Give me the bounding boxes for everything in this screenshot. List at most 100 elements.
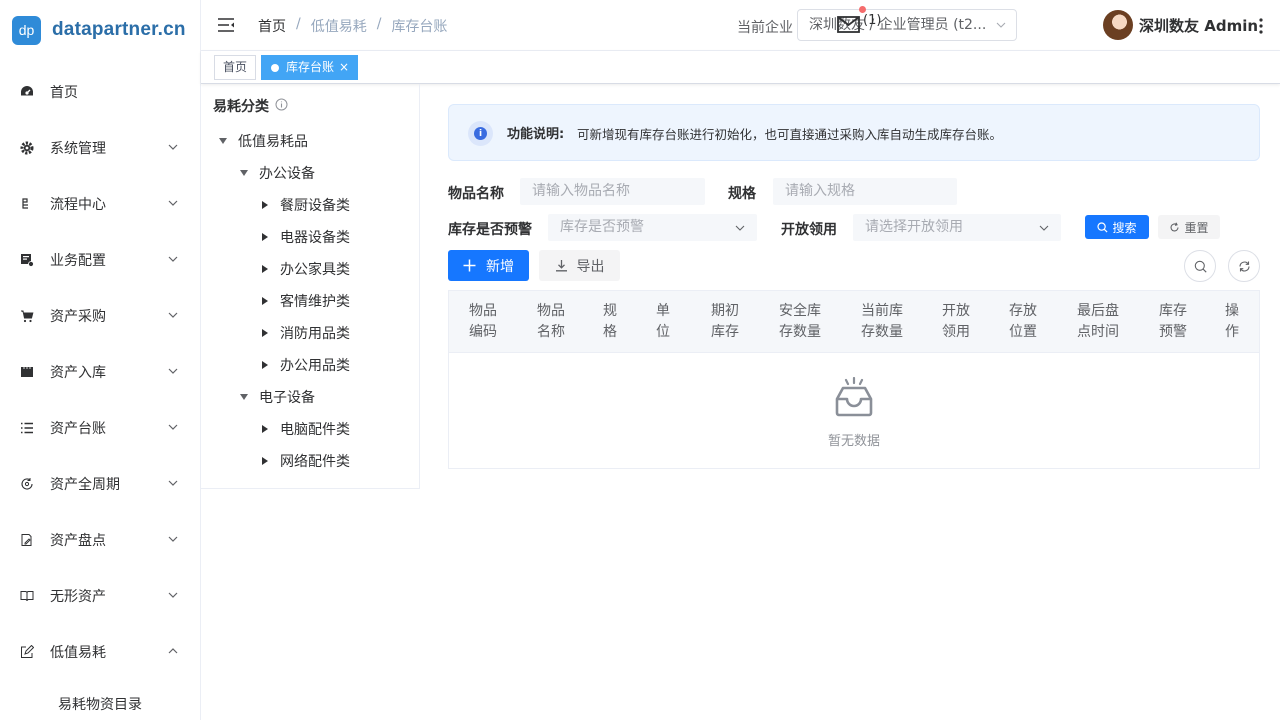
sidebar-item-ledger[interactable]: 资产台账 bbox=[0, 400, 200, 456]
info-icon[interactable] bbox=[275, 98, 288, 111]
column-header-line: 存数量 bbox=[861, 324, 903, 340]
plus-icon bbox=[463, 259, 476, 272]
tree-node[interactable]: 客情维护类 bbox=[258, 288, 350, 314]
sidebar-item-home[interactable]: 首页 bbox=[0, 64, 200, 120]
username[interactable]: 深圳数友 Admin bbox=[1139, 15, 1258, 36]
tree-node-label: 网络配件类 bbox=[280, 454, 350, 470]
item-name-input[interactable]: 请输入物品名称 bbox=[520, 178, 705, 205]
column-header-line: 存放 bbox=[1009, 303, 1037, 319]
tree-node[interactable]: 消防用品类 bbox=[258, 320, 350, 346]
tree-node-label: 低值易耗品 bbox=[238, 134, 308, 150]
function-notice: i 功能说明: 可新增现有库存台账进行初始化，也可直接通过采购入库自动生成库存台… bbox=[448, 104, 1260, 161]
breadcrumb-home[interactable]: 首页 bbox=[258, 16, 286, 36]
sidebar-item-label: 流程中心 bbox=[50, 197, 106, 213]
caret-right-icon[interactable] bbox=[258, 294, 272, 308]
tree-node[interactable]: 办公用品类 bbox=[258, 352, 350, 378]
tree-node[interactable]: 餐厨设备类 bbox=[258, 192, 350, 218]
caret-right-icon[interactable] bbox=[258, 358, 272, 372]
column-header-line: 物品 bbox=[537, 303, 565, 319]
caret-right-icon[interactable] bbox=[258, 326, 272, 340]
breadcrumb-consumables: 低值易耗 bbox=[310, 19, 367, 35]
caret-right-icon[interactable] bbox=[258, 454, 272, 468]
caret-down-icon[interactable] bbox=[216, 134, 230, 148]
tree-node[interactable]: 网络配件类 bbox=[258, 448, 350, 474]
toggle-search-button[interactable] bbox=[1184, 250, 1216, 282]
spec-input[interactable]: 请输入规格 bbox=[773, 178, 957, 205]
more-vertical-icon[interactable] bbox=[1258, 17, 1264, 35]
logo-badge: dp bbox=[12, 15, 41, 45]
column-header-line: 位置 bbox=[1009, 324, 1037, 340]
sidebar-item-intangible[interactable]: 无形资产 bbox=[0, 568, 200, 624]
column-header-line: 编码 bbox=[469, 324, 497, 340]
tree-node[interactable]: 低值易耗品 bbox=[216, 128, 308, 154]
sidebar-item-business-config[interactable]: 业务配置 bbox=[0, 232, 200, 288]
caret-down-icon[interactable] bbox=[237, 166, 251, 180]
export-button[interactable]: 导出 bbox=[539, 250, 620, 281]
column-header: 单位 bbox=[651, 301, 675, 343]
column-header: 物品 名称 bbox=[530, 301, 572, 343]
sidebar-item-lifecycle[interactable]: 资产全周期 bbox=[0, 456, 200, 512]
column-header: 物品 编码 bbox=[462, 301, 504, 343]
sidebar-item-stocktake[interactable]: 资产盘点 bbox=[0, 512, 200, 568]
tree-node[interactable]: 办公设备 bbox=[237, 160, 315, 186]
tag-label: 首页 bbox=[223, 60, 248, 74]
sidebar-subitem-catalog[interactable]: 易耗物资目录 bbox=[0, 694, 200, 714]
sidebar-item-label: 系统管理 bbox=[50, 141, 106, 157]
category-tree-panel: 易耗分类 低值易耗品 办公设备 餐厨设备类 电器设备类 办公家具类 客情维护类 … bbox=[201, 84, 420, 489]
tag-inventory-ledger[interactable]: 库存台账 × bbox=[261, 55, 359, 80]
sidebar-item-system[interactable]: 系统管理 bbox=[0, 120, 200, 176]
column-header-line: 库存 bbox=[1159, 303, 1187, 319]
caret-right-icon[interactable] bbox=[258, 422, 272, 436]
sidebar-item-label: 资产盘点 bbox=[50, 533, 106, 549]
add-button[interactable]: 新增 bbox=[448, 250, 529, 281]
column-header-line: 单 bbox=[656, 303, 670, 319]
chevron-down-icon bbox=[996, 22, 1006, 28]
caret-right-icon[interactable] bbox=[258, 198, 272, 212]
storage-icon bbox=[20, 365, 34, 379]
column-header-line: 操 bbox=[1225, 303, 1239, 319]
sidebar-item-inbound[interactable]: 资产入库 bbox=[0, 344, 200, 400]
logo[interactable]: dp datapartner.cn bbox=[0, 0, 200, 60]
open-select[interactable]: 请选择开放领用 bbox=[853, 214, 1061, 241]
column-header: 存放 位置 bbox=[1002, 301, 1044, 343]
mail-icon[interactable] bbox=[837, 14, 861, 34]
sidebar-item-consumables[interactable]: 低值易耗 bbox=[0, 624, 200, 680]
column-header: 最后盘 点时间 bbox=[1069, 301, 1127, 343]
refresh-table-button[interactable] bbox=[1228, 250, 1260, 282]
chevron-down-icon bbox=[168, 200, 178, 206]
chevron-up-icon bbox=[168, 648, 178, 654]
reset-button[interactable]: 重置 bbox=[1158, 215, 1220, 239]
close-icon[interactable]: × bbox=[339, 60, 349, 74]
search-button[interactable]: 搜索 bbox=[1085, 215, 1149, 239]
tree-node[interactable]: 电器设备类 bbox=[258, 224, 350, 250]
avatar[interactable] bbox=[1103, 10, 1133, 40]
active-dot bbox=[271, 64, 279, 72]
tree-node[interactable]: 电脑配件类 bbox=[258, 416, 350, 442]
column-header: 规格 bbox=[598, 301, 622, 343]
search-icon bbox=[1194, 260, 1207, 273]
warning-select[interactable]: 库存是否预警 bbox=[548, 214, 757, 241]
top-header: 首页 / 低值易耗 / 库存台账 当前企业 深圳数友 / 企业管理员 (t2..… bbox=[201, 0, 1280, 51]
notice-text: 可新增现有库存台账进行初始化，也可直接通过采购入库自动生成库存台账。 bbox=[577, 127, 1003, 142]
empty-text: 暂无数据 bbox=[827, 434, 880, 449]
column-header-line: 格 bbox=[603, 324, 617, 340]
chevron-down-icon bbox=[168, 480, 178, 486]
empty-inbox-icon bbox=[835, 377, 873, 417]
dashboard-icon bbox=[20, 85, 34, 99]
sidebar-item-label: 业务配置 bbox=[50, 253, 106, 269]
tree-node-label: 消防用品类 bbox=[280, 326, 350, 342]
tree-node[interactable]: 办公家具类 bbox=[258, 256, 350, 282]
caret-down-icon[interactable] bbox=[237, 390, 251, 404]
search-icon bbox=[1097, 221, 1109, 233]
config-icon bbox=[20, 253, 34, 267]
pencil-box-icon bbox=[20, 645, 34, 659]
sidebar-item-procurement[interactable]: 资产采购 bbox=[0, 288, 200, 344]
sidebar-item-flow[interactable]: 流程中心 bbox=[0, 176, 200, 232]
caret-right-icon[interactable] bbox=[258, 230, 272, 244]
menu-toggle-icon[interactable] bbox=[217, 16, 235, 34]
tag-home[interactable]: 首页 bbox=[214, 55, 257, 80]
tree-node[interactable]: 电子设备 bbox=[237, 384, 315, 410]
company-select[interactable]: 深圳数友 / 企业管理员 (t2... bbox=[797, 9, 1017, 41]
caret-right-icon[interactable] bbox=[258, 262, 272, 276]
sidebar-menu: 首页 系统管理 流程中心 业务配置 资产采购 资产入库 资产台账 资产全周期 资… bbox=[0, 64, 200, 680]
